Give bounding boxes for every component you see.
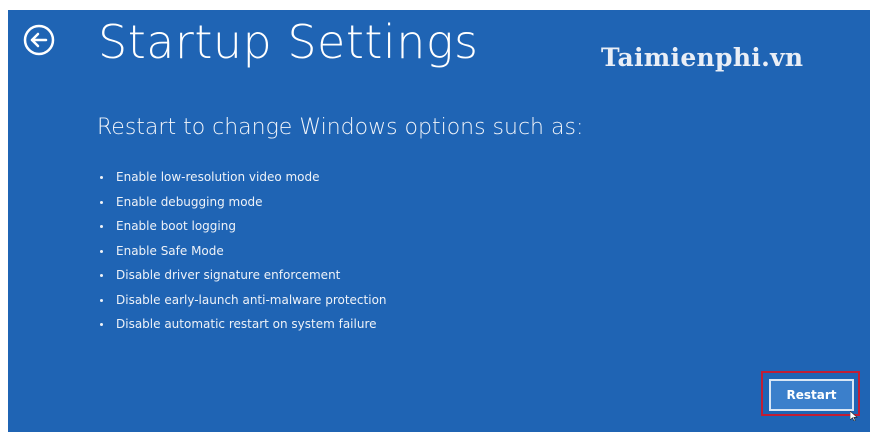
page-title: Startup Settings <box>98 15 479 69</box>
list-item: Enable debugging mode <box>96 190 387 215</box>
back-arrow-circle-icon <box>23 24 55 56</box>
watermark-text: Taimienphi.vn <box>601 43 804 72</box>
mouse-pointer-icon <box>850 411 858 421</box>
list-item: Disable automatic restart on system fail… <box>96 312 387 337</box>
list-item: Enable Safe Mode <box>96 239 387 264</box>
list-item: Enable low-resolution video mode <box>96 165 387 190</box>
page-subtitle: Restart to change Windows options such a… <box>97 115 584 140</box>
restart-button[interactable]: Restart <box>769 379 854 411</box>
back-button[interactable] <box>23 24 55 56</box>
startup-settings-screen: Startup Settings Taimienphi.vn Restart t… <box>8 10 870 432</box>
list-item: Enable boot logging <box>96 214 387 239</box>
list-item: Disable driver signature enforcement <box>96 263 387 288</box>
options-list: Enable low-resolution video mode Enable … <box>96 165 387 337</box>
list-item: Disable early-launch anti-malware protec… <box>96 288 387 313</box>
